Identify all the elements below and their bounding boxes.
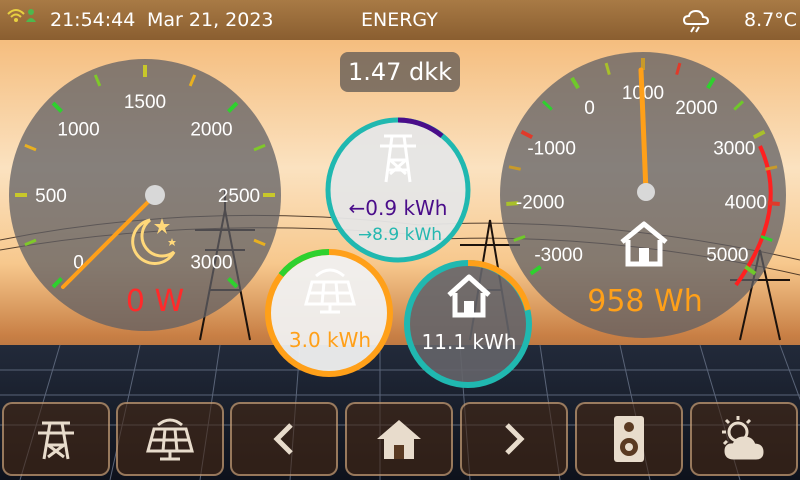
house-icon [377, 420, 421, 459]
grid-export-label: →8.9 kWh [357, 225, 443, 245]
power-value: 0 W [125, 284, 185, 319]
nav-home-button[interactable] [345, 402, 453, 476]
nav-solar-button[interactable] [116, 402, 224, 476]
grid-import-label: ←0.9 kWh [348, 196, 448, 220]
energy-needle-hub [637, 183, 655, 201]
chevron-left-icon [273, 423, 293, 455]
gauge-tick-label: -3000 [534, 245, 583, 266]
power-pylon-icon [38, 421, 74, 460]
gauge-tick-label: 0 [584, 98, 595, 119]
nav-weather-button[interactable] [690, 402, 798, 476]
power-needle-hub [145, 185, 165, 205]
sun-cloud-icon [722, 416, 764, 460]
gauge-tick-label: 2500 [218, 186, 260, 207]
nav-next-button[interactable] [460, 402, 568, 476]
nav-previous-button[interactable] [230, 402, 338, 476]
gauge-tick-label: 5000 [706, 245, 748, 266]
energy-value: 958 Wh [587, 284, 703, 319]
chevron-right-icon [505, 423, 525, 455]
gauge-tick [767, 201, 780, 206]
gauge-tick-label: 4000 [725, 193, 767, 214]
gauge-tick-label: -1000 [527, 138, 576, 159]
gauge-tick-label: 500 [35, 186, 67, 207]
solar-panel-icon [146, 418, 194, 461]
gauge-tick-label: 3000 [190, 252, 232, 273]
nav-speaker-button[interactable] [575, 402, 683, 476]
gauge-tick-label: 2000 [675, 98, 717, 119]
gauge-tick-label: 1500 [124, 92, 166, 113]
nav-grid-button[interactable] [2, 402, 110, 476]
gauge-tick-label: 1000 [57, 120, 99, 141]
gauge-tick-label: 3000 [713, 138, 755, 159]
gauge-tick-label: -2000 [516, 193, 565, 214]
speaker-icon [614, 416, 644, 462]
house-circle [404, 259, 532, 388]
solar-production-label: 3.0 kWh [288, 328, 372, 352]
solar-circle [265, 248, 393, 377]
gauge-tick-label: 2000 [190, 120, 232, 141]
bottom-nav [0, 400, 800, 480]
house-consumption-label: 11.1 kWh [421, 330, 517, 354]
